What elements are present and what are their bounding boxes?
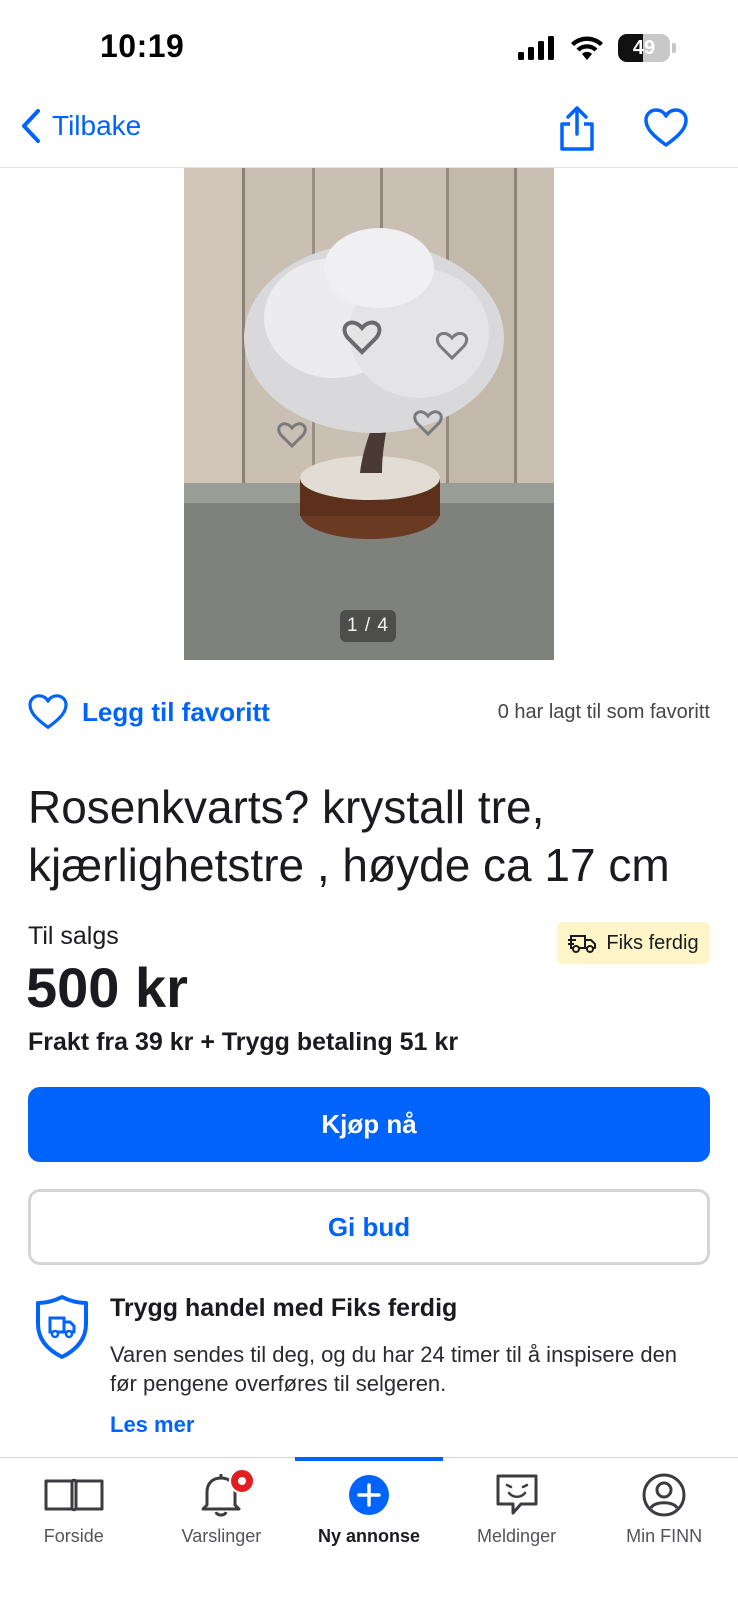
shipping-info: Frakt fra 39 kr + Trygg betaling 51 kr xyxy=(28,1028,459,1056)
status-time: 10:19 xyxy=(100,28,185,64)
chevron-left-icon xyxy=(22,109,40,143)
tab-varslinger[interactable]: Varslinger xyxy=(148,1458,296,1600)
safe-trade-section: Trygg handel med Fiks ferdig Varen sende… xyxy=(28,1290,710,1440)
active-tab-indicator xyxy=(295,1457,443,1461)
add-favorite-button[interactable]: Legg til favoritt xyxy=(28,694,270,730)
safe-trade-title: Trygg handel med Fiks ferdig xyxy=(110,1294,458,1322)
listing-photo[interactable]: 1 / 4 xyxy=(184,168,554,660)
safe-trade-text: Varen sendes til deg, og du har 24 timer… xyxy=(110,1342,678,1396)
tab-meldinger[interactable]: Meldinger xyxy=(443,1458,591,1600)
heart-outline-icon xyxy=(28,694,68,729)
tab-min-finn[interactable]: Min FINN xyxy=(590,1458,738,1600)
notification-badge xyxy=(229,1468,256,1494)
status-icons: 49 xyxy=(518,34,676,62)
tab-ny-annonse[interactable]: Ny annonse xyxy=(295,1457,443,1600)
back-button[interactable]: Tilbake xyxy=(20,108,141,144)
share-icon[interactable] xyxy=(556,106,598,152)
badge-label: Fiks ferdig xyxy=(606,931,699,954)
tab-label: Meldinger xyxy=(477,1526,557,1546)
image-counter: 1 / 4 xyxy=(340,610,396,642)
profile-icon xyxy=(642,1473,686,1517)
favorite-count: 0 har lagt til som favoritt xyxy=(497,700,710,723)
chat-icon xyxy=(496,1474,538,1515)
place-bid-button[interactable]: Gi bud xyxy=(28,1189,710,1265)
favorite-heart-icon[interactable] xyxy=(644,108,688,148)
signal-icon xyxy=(518,36,554,60)
crystal-tree-photo xyxy=(184,168,554,660)
sale-status: Til salgs xyxy=(28,922,119,950)
back-label: Tilbake xyxy=(52,110,142,141)
plus-circle-icon xyxy=(348,1475,389,1515)
buy-now-button[interactable]: Kjøp nå xyxy=(28,1087,710,1162)
top-nav-bar: Tilbake xyxy=(0,100,738,168)
tab-label: Ny annonse xyxy=(317,1526,420,1546)
tab-forside[interactable]: Forside xyxy=(0,1458,148,1600)
add-favorite-label: Legg til favoritt xyxy=(82,696,270,727)
tab-label: Varslinger xyxy=(181,1526,262,1546)
listing-title: Rosenkvarts? krystall tre, kjærlighetstr… xyxy=(28,781,670,891)
delivery-truck-icon xyxy=(568,935,597,953)
battery-icon: 49 xyxy=(618,34,670,62)
bottom-tab-bar: Forside Varslinger Ny annonse Meldinger … xyxy=(0,1457,738,1600)
shield-truck-icon xyxy=(36,1295,88,1359)
book-icon xyxy=(44,1478,104,1512)
wifi-icon xyxy=(571,36,603,60)
tab-label: Min FINN xyxy=(626,1526,703,1546)
tab-label: Forside xyxy=(43,1526,104,1546)
status-bar: 10:19 49 xyxy=(0,0,738,100)
read-more-link[interactable]: Les mer xyxy=(110,1412,194,1438)
battery-level: 49 xyxy=(632,36,656,59)
fiks-ferdig-badge: Fiks ferdig xyxy=(557,922,710,964)
favorite-row: Legg til favoritt 0 har lagt til som fav… xyxy=(28,690,710,734)
price: 500 kr xyxy=(26,956,188,1019)
